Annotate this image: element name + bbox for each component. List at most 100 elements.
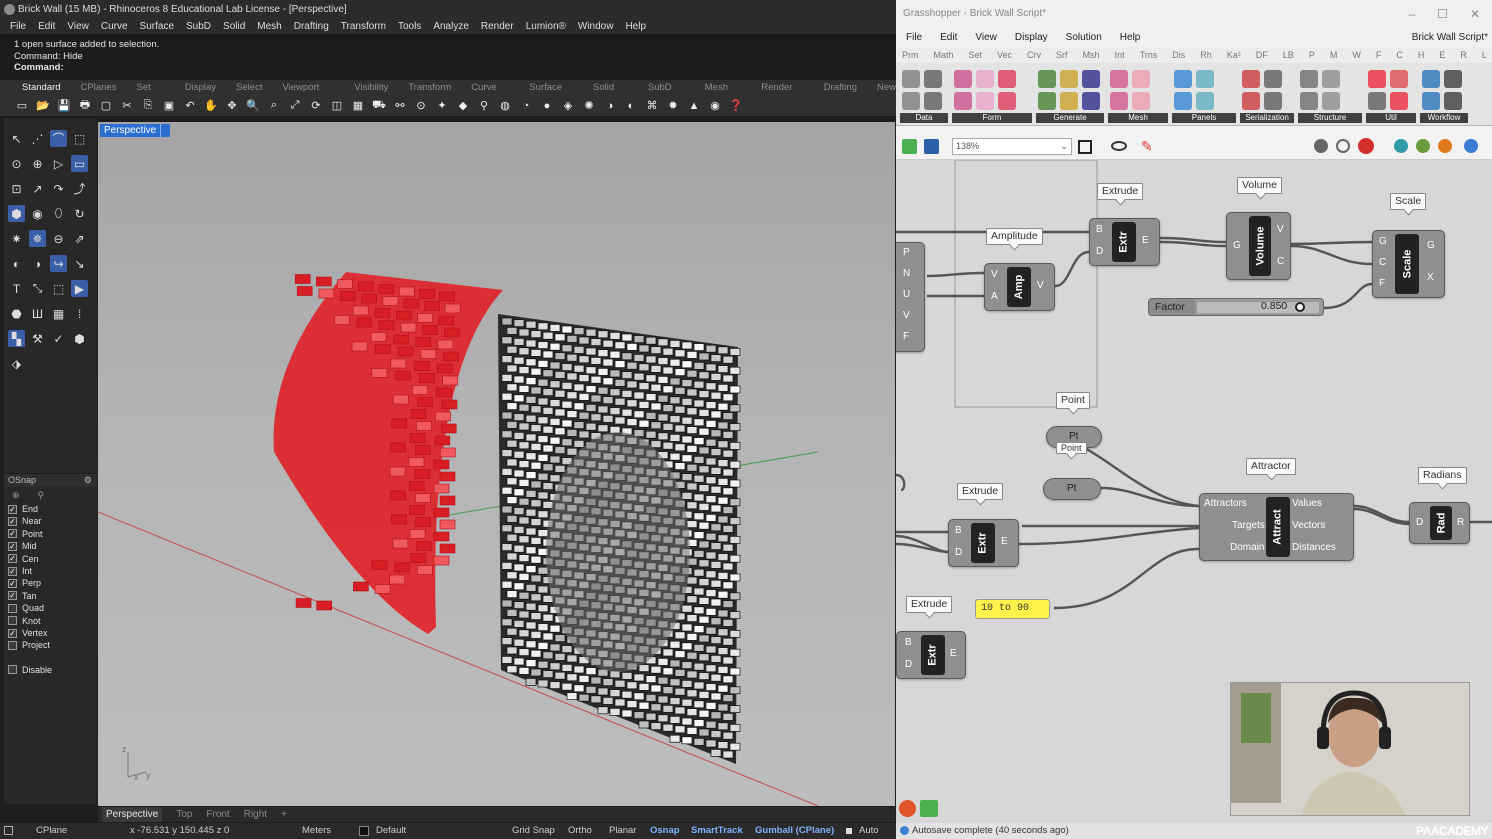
mesh-component-icon[interactable]: [1110, 70, 1128, 88]
zoom-extents-icon[interactable]: [1078, 140, 1092, 154]
render-settings-icon[interactable]: [1464, 139, 1478, 153]
canvas-widget-icon-2[interactable]: [920, 800, 938, 817]
print-icon[interactable]: 🖶: [77, 98, 93, 114]
canvas-widget-icon[interactable]: [899, 800, 916, 817]
amplitude-component[interactable]: V A Amp V: [984, 263, 1055, 311]
menu-curve[interactable]: Curve: [101, 19, 128, 34]
preview-shaded-icon[interactable]: [1358, 138, 1374, 154]
tab-subd-tools[interactable]: SubD Tools: [648, 80, 685, 108]
paste-icon[interactable]: ▣: [161, 98, 177, 114]
osnap-point[interactable]: ✓ Point: [4, 528, 97, 540]
red-brick-wall[interactable]: [273, 272, 503, 634]
tool-icon-21[interactable]: ◑: [29, 255, 46, 272]
osnap-int[interactable]: ✓ Int: [4, 565, 97, 577]
osnap-vertex[interactable]: ✓ Vertex: [4, 627, 97, 639]
tool-icon-24[interactable]: T: [8, 280, 25, 297]
close-icon[interactable]: ✕: [1470, 0, 1480, 28]
data-component-icon[interactable]: [924, 92, 942, 110]
material-icon[interactable]: ✹: [665, 98, 681, 114]
tool-icon-15[interactable]: ↻: [71, 205, 88, 222]
tool-icon-29[interactable]: Ш: [29, 305, 46, 322]
tab-mesh-tools[interactable]: Mesh Tools: [705, 80, 741, 108]
generate-component-icon[interactable]: [1082, 92, 1100, 110]
gh-category-w[interactable]: W: [1352, 47, 1361, 63]
osnap-near[interactable]: ✓ Near: [4, 515, 97, 527]
osnap-checkbox[interactable]: ✓: [8, 517, 17, 527]
color-icon[interactable]: ◑: [602, 98, 618, 114]
gh-category-vec[interactable]: Vec: [997, 47, 1012, 63]
tab-new[interactable]: New: [877, 80, 896, 95]
gh-category-h[interactable]: H: [1418, 47, 1425, 63]
auto-cplane-checkbox[interactable]: [846, 828, 852, 834]
menu-transform[interactable]: Transform: [341, 19, 386, 34]
tool-icon-12[interactable]: ⬢: [8, 205, 25, 222]
form-component-icon[interactable]: [976, 92, 994, 110]
grid-icon[interactable]: ▦: [350, 98, 366, 114]
chevron-down-icon[interactable]: ⌄: [1060, 139, 1068, 154]
import-icon[interactable]: ▢: [98, 98, 114, 114]
gh-category-lb[interactable]: LB: [1283, 47, 1294, 63]
radians-component[interactable]: D Rad R: [1409, 502, 1470, 544]
point-icon[interactable]: ⊙: [413, 98, 429, 114]
osnap-checkbox[interactable]: [8, 640, 17, 650]
target-icon[interactable]: ⊕: [12, 490, 20, 500]
osnap-checkbox[interactable]: [8, 603, 17, 613]
save-file-icon[interactable]: [924, 139, 939, 154]
serialization-component-icon[interactable]: [1242, 92, 1260, 110]
panels-component-icon[interactable]: [1174, 92, 1192, 110]
mesh-icon[interactable]: ▲: [686, 98, 702, 114]
param-output-p[interactable]: P: [903, 247, 910, 258]
workflow-component-icon[interactable]: [1422, 70, 1440, 88]
structure-component-icon[interactable]: [1322, 70, 1340, 88]
osnap-checkbox[interactable]: ✓: [8, 529, 17, 539]
tool-icon-25[interactable]: ⤡: [29, 280, 46, 297]
rotate-view-icon[interactable]: ✥: [224, 98, 240, 114]
param-output-f[interactable]: F: [903, 331, 909, 342]
viewport-tab-top[interactable]: Top: [176, 807, 192, 822]
display-icon[interactable]: ◔: [518, 98, 534, 114]
gh-category-r[interactable]: R: [1460, 47, 1467, 63]
viewport-menu-chevron-icon[interactable]: [160, 124, 170, 137]
gh-category-trns[interactable]: Trns: [1140, 47, 1158, 63]
minimize-icon[interactable]: –: [1408, 0, 1415, 28]
layer-icon[interactable]: ◈: [560, 98, 576, 114]
tab-render-tools[interactable]: Render Tools: [761, 80, 804, 108]
osnap-end[interactable]: ✓ End: [4, 503, 97, 515]
form-component-icon[interactable]: [976, 70, 994, 88]
tool-icon-11[interactable]: ⤴: [71, 180, 88, 197]
gh-category-int[interactable]: Int: [1115, 47, 1125, 63]
tool-icon-1[interactable]: ⋰: [29, 130, 46, 147]
util-component-icon[interactable]: [1368, 92, 1386, 110]
tool-icon-30[interactable]: ▦: [50, 305, 67, 322]
four-views-icon[interactable]: ◫: [329, 98, 345, 114]
status-cplane[interactable]: CPlane: [36, 823, 67, 839]
help-icon[interactable]: ❓: [728, 98, 744, 114]
menu-subd[interactable]: SubD: [186, 19, 211, 34]
osnap-checkbox[interactable]: ✓: [8, 579, 17, 589]
cut-icon[interactable]: ✂: [119, 98, 135, 114]
tool-icon-14[interactable]: ⬯: [50, 205, 67, 222]
serialization-component-icon[interactable]: [1264, 70, 1282, 88]
util-component-icon[interactable]: [1368, 70, 1386, 88]
link-icon[interactable]: ⚯: [392, 98, 408, 114]
workflow-component-icon[interactable]: [1422, 92, 1440, 110]
tab-display[interactable]: Display: [185, 80, 216, 95]
layer-color-swatch[interactable]: [359, 826, 369, 836]
circle-icon[interactable]: ◐: [623, 98, 639, 114]
generate-component-icon[interactable]: [1038, 70, 1056, 88]
history-icon[interactable]: ◉: [707, 98, 723, 114]
tool-icon-19[interactable]: ⇗: [71, 230, 88, 247]
domain-panel[interactable]: 10 to 90: [975, 599, 1050, 619]
tool-icon-5[interactable]: ⊕: [29, 155, 46, 172]
param-output-u[interactable]: U: [903, 289, 910, 300]
osnap-disable-row[interactable]: Disable: [4, 664, 97, 676]
tool-icon-10[interactable]: ↷: [50, 180, 67, 197]
tool-icon-16[interactable]: ✷: [8, 230, 25, 247]
osnap-checkbox[interactable]: ✓: [8, 504, 17, 514]
gh-menu-edit[interactable]: Edit: [940, 28, 957, 47]
generate-component-icon[interactable]: [1060, 70, 1078, 88]
gh-category-srf[interactable]: Srf: [1056, 47, 1068, 63]
zoom-selected-icon[interactable]: ⟳: [308, 98, 324, 114]
light-icon[interactable]: ✦: [434, 98, 450, 114]
status-units[interactable]: Meters: [302, 823, 331, 839]
